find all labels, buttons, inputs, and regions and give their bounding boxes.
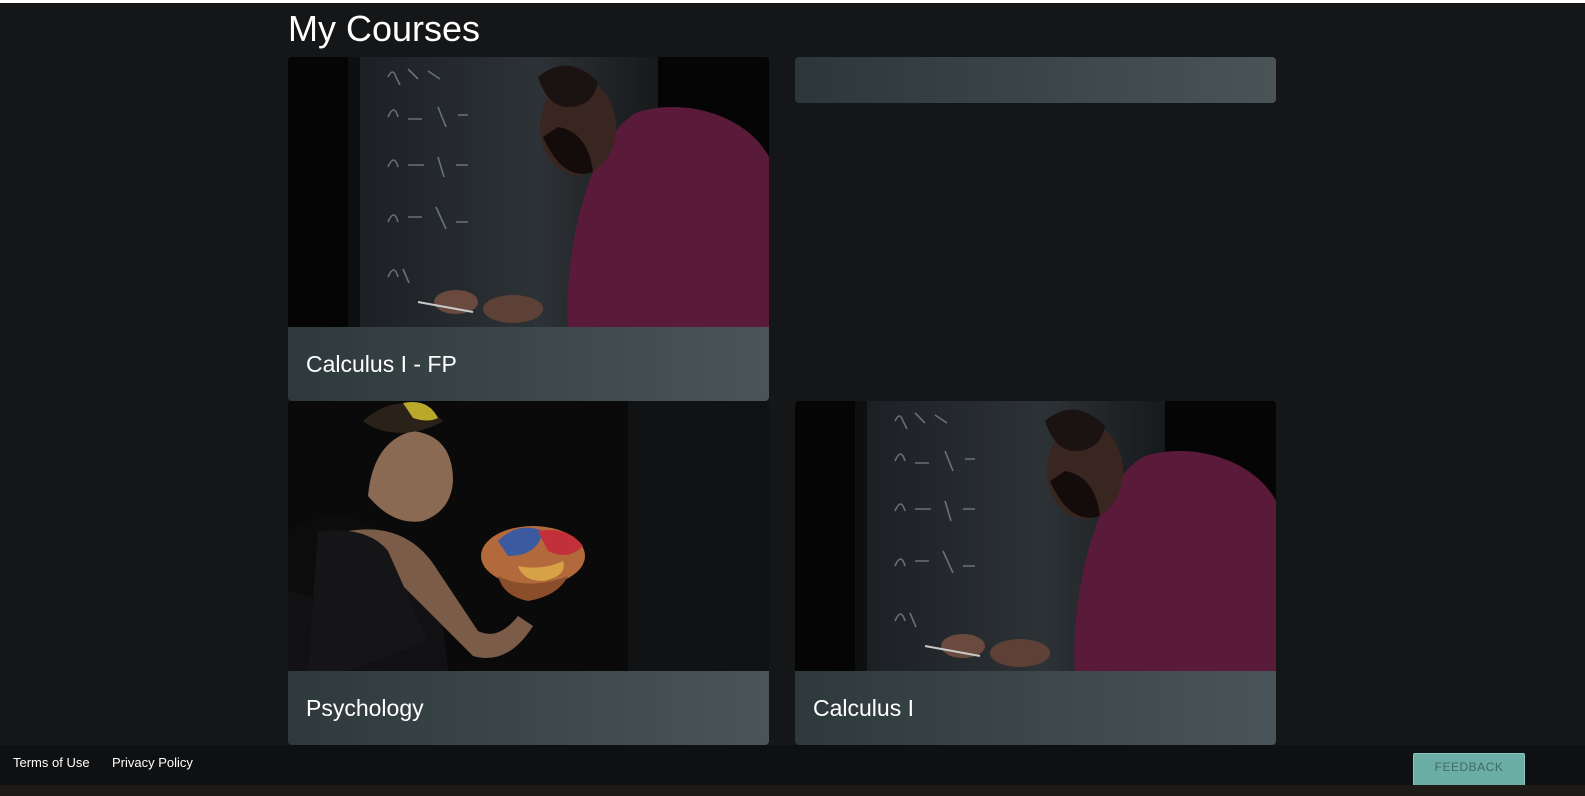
- course-image-math-chalkboard[interactable]: [795, 401, 1276, 671]
- course-card-footer[interactable]: Calculus I: [795, 671, 1276, 745]
- page-title: My Courses: [288, 8, 481, 49]
- top-border: [0, 0, 1585, 3]
- course-image-brain-model[interactable]: [288, 401, 769, 671]
- course-title[interactable]: Calculus I - FP: [306, 351, 457, 378]
- feedback-button[interactable]: FEEDBACK: [1413, 753, 1525, 786]
- page-footer: Terms of Use Privacy Policy: [0, 745, 1585, 785]
- loading-placeholder-bar: [795, 57, 1276, 103]
- course-title[interactable]: Psychology: [306, 695, 424, 722]
- bottom-strip: [0, 785, 1585, 796]
- course-card-footer[interactable]: Calculus I - FP: [288, 327, 769, 401]
- course-card-calculus-fp[interactable]: Calculus I - FP: [288, 57, 769, 401]
- course-title[interactable]: Calculus I: [813, 695, 914, 722]
- course-image-math-chalkboard[interactable]: [288, 57, 769, 327]
- course-card-footer[interactable]: Psychology: [288, 671, 769, 745]
- privacy-policy-link[interactable]: Privacy Policy: [112, 755, 193, 770]
- terms-of-use-link[interactable]: Terms of Use: [13, 755, 90, 770]
- course-card-calculus[interactable]: Calculus I: [795, 401, 1276, 745]
- course-card-psychology[interactable]: Psychology: [288, 401, 769, 745]
